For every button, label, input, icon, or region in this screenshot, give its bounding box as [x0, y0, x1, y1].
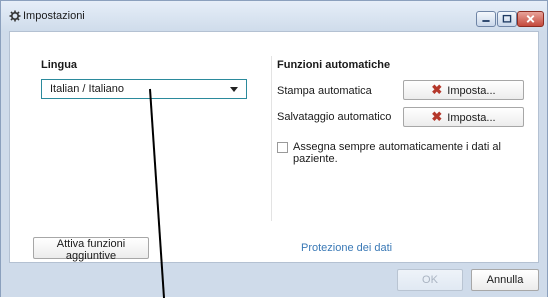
cross-icon: ✖: [431, 109, 443, 124]
dialog-footer: [1, 263, 547, 297]
language-section-title: Lingua: [41, 59, 78, 71]
auto-save-set-button[interactable]: ✖ Imposta...: [403, 107, 524, 127]
activate-extra-functions-button[interactable]: Attiva funzioni aggiuntive: [33, 237, 149, 262]
gear-icon: [9, 10, 21, 22]
cancel-button[interactable]: Annulla: [471, 269, 539, 291]
title-bar[interactable]: Impostazioni: [1, 1, 547, 31]
maximize-icon: [502, 14, 512, 23]
auto-save-set-label: Imposta...: [447, 112, 496, 124]
language-select[interactable]: Italian / Italiano: [41, 79, 247, 99]
settings-window: Impostazioni Lingua Italian / Italiano F…: [0, 0, 548, 298]
auto-print-set-label: Imposta...: [447, 85, 496, 97]
assign-data-label: Assegna sempre automaticamente i dati al…: [293, 141, 501, 165]
maximize-button[interactable]: [497, 11, 517, 27]
chevron-down-icon: [230, 87, 238, 92]
cross-icon: ✖: [431, 82, 443, 97]
minimize-icon: [482, 20, 490, 22]
close-button[interactable]: [517, 11, 544, 27]
section-divider: [271, 56, 272, 221]
ok-button[interactable]: OK: [397, 269, 463, 291]
privacy-link[interactable]: Protezione dei dati: [301, 242, 392, 254]
auto-print-label: Stampa automatica: [277, 85, 372, 97]
auto-print-set-button[interactable]: ✖ Imposta...: [403, 80, 524, 100]
auto-save-label: Salvataggio automatico: [277, 111, 392, 123]
minimize-button[interactable]: [476, 11, 496, 27]
auto-functions-title: Funzioni automatiche: [277, 59, 391, 71]
assign-data-checkbox[interactable]: [277, 142, 288, 153]
close-icon: [526, 15, 535, 23]
window-title: Impostazioni: [23, 10, 85, 22]
language-select-value: Italian / Italiano: [50, 83, 124, 95]
